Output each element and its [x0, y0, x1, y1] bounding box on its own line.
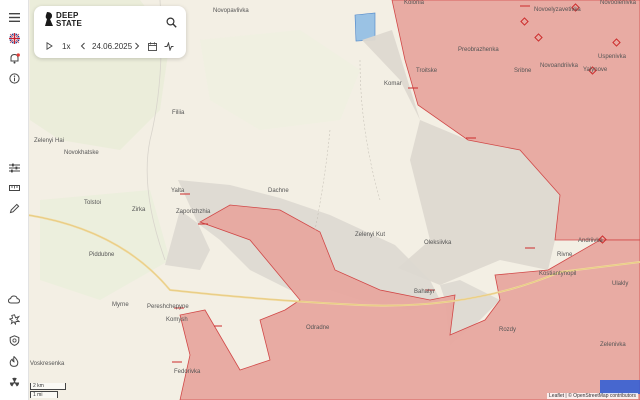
fire-icon[interactable]: [4, 351, 24, 371]
menu-icon[interactable]: [4, 7, 24, 27]
place-label: Novoandriivka: [540, 63, 579, 69]
place-label: Novopavlivka: [213, 8, 249, 14]
search-icon[interactable]: [166, 15, 178, 28]
place-label: Sribne: [514, 68, 532, 74]
place-label: Odradne: [306, 325, 330, 331]
compare-icon[interactable]: [164, 41, 174, 54]
place-label: Kolonia: [404, 0, 425, 6]
place-label: Yalynove: [583, 67, 608, 73]
brand-logo-text: DEEP STATE: [56, 12, 82, 28]
map-attribution[interactable]: Leaflet | © OpenStreetMap contributors: [547, 393, 638, 399]
radiation-icon[interactable]: [4, 372, 24, 392]
place-label: Zaporizhzhia: [176, 209, 211, 215]
date-display[interactable]: 24.06.2025: [92, 42, 132, 52]
place-label: Voskresenka: [30, 361, 65, 367]
brand-line-2: STATE: [56, 19, 83, 28]
left-toolbar: [0, 0, 29, 400]
place-label: Fedorivka: [174, 369, 201, 375]
prev-date-button[interactable]: [80, 42, 86, 53]
next-date-button[interactable]: [134, 42, 140, 53]
place-label: Rozdy: [499, 327, 517, 333]
place-label: Dachne: [268, 188, 289, 194]
scale-bar-km: 2 km: [30, 383, 66, 390]
scale-bar-mi: 1 mi: [30, 391, 58, 398]
deepstate-logo-icon: [44, 11, 54, 27]
place-label: Myrne: [112, 302, 129, 308]
place-label: Andriivka: [578, 238, 603, 244]
place-label: Oleksiivka: [424, 240, 452, 246]
shield-icon[interactable]: [4, 330, 24, 350]
place-label: Piddubne: [89, 252, 115, 258]
bell-icon[interactable]: [4, 48, 24, 68]
place-label: Zelenyi Kut: [355, 232, 386, 238]
place-label: Novoolenivka: [600, 0, 637, 6]
calendar-icon[interactable]: [148, 42, 157, 54]
place-label: Preobrazhenka: [458, 47, 499, 53]
timeline-panel: DEEP STATE 1x 24.06.2025: [34, 6, 186, 58]
place-label: Komysh: [166, 317, 188, 323]
place-label: Rivne: [557, 252, 573, 258]
explosion-icon[interactable]: [4, 309, 24, 329]
sliders-icon[interactable]: [4, 158, 24, 178]
pen-icon[interactable]: [4, 198, 24, 218]
cloud-icon[interactable]: [4, 289, 24, 309]
place-label: Kostiantynopil: [539, 271, 577, 277]
place-label: Zirka: [132, 207, 146, 213]
place-label: Zelenivka: [600, 342, 626, 348]
place-label: Troitske: [416, 68, 438, 74]
place-label: Novoelyzavetivka: [534, 7, 581, 13]
ruler-icon[interactable]: [4, 178, 24, 198]
place-label: Ulakly: [612, 281, 629, 287]
play-button[interactable]: [46, 41, 53, 53]
place-label: Tolstoi: [84, 200, 102, 206]
place-label: Pereshchepyne: [147, 304, 189, 310]
place-label: Uspenivka: [598, 54, 627, 60]
place-label: Filiia: [172, 110, 185, 116]
flag-icon[interactable]: [4, 28, 24, 48]
place-label: Bahatyr: [414, 289, 435, 295]
place-label: Novokhatske: [64, 150, 99, 156]
speed-selector[interactable]: 1x: [62, 42, 70, 52]
info-icon[interactable]: [4, 68, 24, 88]
place-label: Zelenyi Hai: [34, 138, 65, 144]
place-label: Komar: [384, 81, 402, 87]
place-label: Yalta: [171, 188, 185, 194]
